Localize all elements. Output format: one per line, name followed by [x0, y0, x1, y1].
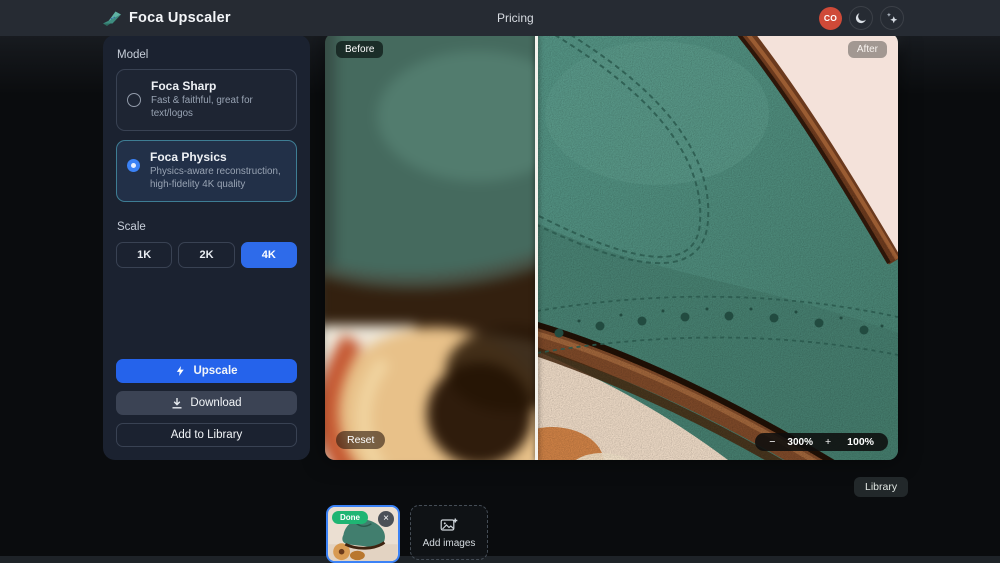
bird-icon [102, 10, 122, 27]
add-images-label: Add images [423, 538, 476, 549]
library-button[interactable]: Library [854, 477, 908, 497]
download-icon [171, 397, 183, 409]
user-avatar[interactable]: CO [819, 7, 842, 30]
model-option-text: Foca Sharp Fast & faithful, great for te… [151, 79, 286, 121]
remove-thumbnail-button[interactable]: × [378, 511, 394, 527]
theme-toggle-button[interactable] [849, 6, 873, 30]
reset-button[interactable]: Reset [336, 431, 385, 449]
upscale-button[interactable]: Upscale [116, 359, 297, 383]
zoom-level: 300% [783, 437, 817, 448]
model-section-label: Model [117, 49, 297, 61]
zoom-out-button[interactable]: − [761, 436, 783, 448]
moon-icon [854, 11, 868, 25]
after-badge: After [848, 41, 887, 58]
scale-1k-button[interactable]: 1K [116, 242, 172, 268]
model-description: Fast & faithful, great for text/logos [151, 95, 286, 121]
panel-spacer [116, 268, 297, 351]
scale-4k-button[interactable]: 4K [241, 242, 297, 268]
settings-panel: Model Foca Sharp Fast & faithful, great … [103, 35, 310, 460]
app-title: Foca Upscaler [129, 10, 231, 26]
thumbnail-selected[interactable]: Done × [326, 505, 400, 563]
before-badge: Before [336, 41, 383, 58]
model-name: Foca Physics [150, 150, 286, 164]
radio-selected-icon[interactable] [127, 159, 140, 172]
header-actions: CO [819, 6, 904, 30]
zoom-reset-button[interactable]: 100% [839, 436, 882, 448]
language-button[interactable] [880, 6, 904, 30]
radio-unselected-icon[interactable] [127, 93, 141, 107]
comparison-divider[interactable] [535, 33, 538, 460]
before-image [325, 33, 537, 460]
scale-button-group: 1K 2K 4K [116, 242, 297, 268]
model-description: Physics-aware reconstruction, high-fidel… [150, 166, 286, 192]
model-option-text: Foca Physics Physics-aware reconstructio… [150, 150, 286, 192]
sparkles-icon [885, 11, 899, 25]
bottom-strip [0, 556, 1000, 563]
image-viewer[interactable]: Before After Reset − 300% + 100% [325, 33, 898, 460]
download-button[interactable]: Download [116, 391, 297, 415]
status-badge: Done [332, 511, 368, 524]
model-option-foca-sharp[interactable]: Foca Sharp Fast & faithful, great for te… [116, 69, 297, 131]
brand[interactable]: Foca Upscaler [102, 0, 231, 36]
model-name: Foca Sharp [151, 79, 286, 93]
add-to-library-button[interactable]: Add to Library [116, 423, 297, 447]
download-button-label: Download [190, 397, 241, 409]
lightning-icon [175, 365, 186, 377]
after-image [537, 33, 898, 460]
scale-2k-button[interactable]: 2K [178, 242, 234, 268]
model-option-foca-physics[interactable]: Foca Physics Physics-aware reconstructio… [116, 140, 297, 202]
close-icon: × [383, 513, 389, 524]
app-root: Foca Upscaler Pricing CO Model Foca [0, 0, 1000, 563]
upscale-button-label: Upscale [193, 365, 237, 377]
zoom-controls: − 300% + 100% [755, 433, 888, 451]
header: Foca Upscaler Pricing CO [0, 0, 1000, 36]
add-image-icon [440, 517, 458, 533]
add-images-dropzone[interactable]: Add images [410, 505, 488, 560]
add-to-library-label: Add to Library [171, 429, 243, 441]
nav-pricing[interactable]: Pricing [497, 11, 534, 25]
scale-section-label: Scale [117, 221, 297, 233]
zoom-in-button[interactable]: + [817, 436, 839, 448]
